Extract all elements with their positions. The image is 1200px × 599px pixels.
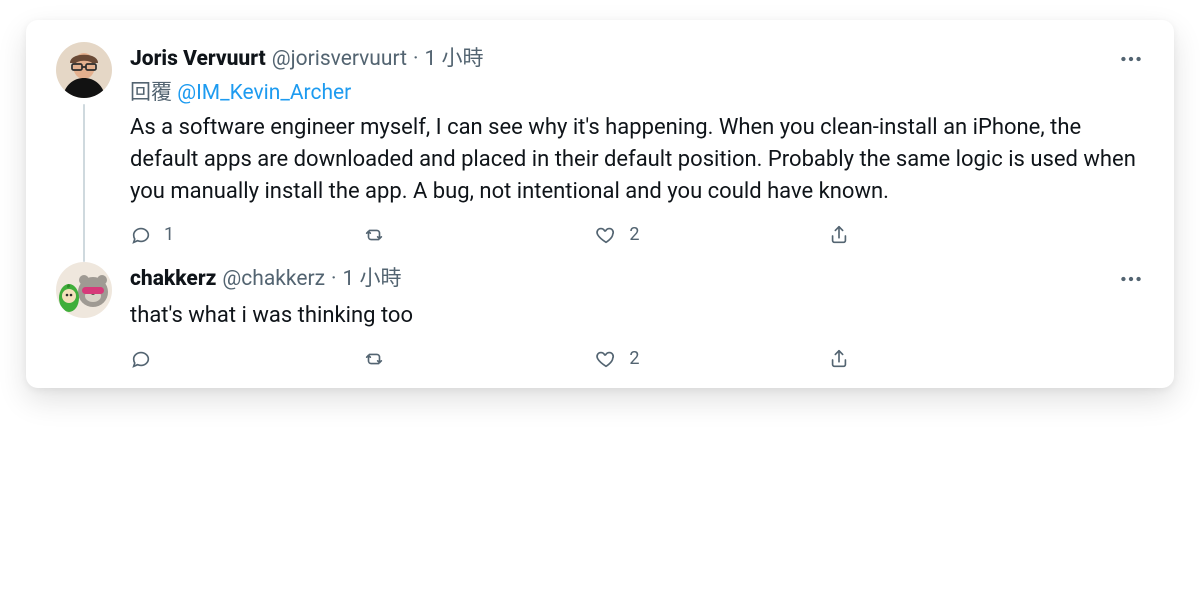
display-name[interactable]: Joris Vervuurt (130, 45, 266, 73)
handle[interactable]: @chakkerz (222, 265, 325, 293)
like-button[interactable]: 2 (595, 224, 828, 246)
retweet-button[interactable] (363, 348, 596, 370)
like-button[interactable]: 2 (595, 348, 828, 370)
reply-context: 回覆 @IM_Kevin_Archer (130, 78, 1148, 108)
separator-dot: · (413, 45, 419, 73)
retweet-button[interactable] (363, 224, 596, 246)
tweet-text: As a software engineer myself, I can see… (130, 112, 1148, 208)
like-count: 2 (629, 350, 639, 368)
tweet-text: that's what i was thinking too (130, 300, 1148, 332)
share-button[interactable] (828, 224, 850, 246)
more-button[interactable] (1114, 42, 1148, 76)
share-icon (828, 348, 850, 370)
reply-button[interactable] (130, 348, 363, 370)
heart-icon (595, 224, 617, 246)
reply-mention[interactable]: @IM_Kevin_Archer (177, 81, 351, 105)
avatar[interactable] (56, 262, 112, 318)
avatar[interactable] (56, 42, 112, 98)
retweet-icon (363, 224, 385, 246)
tweet-gutter (52, 42, 116, 246)
handle[interactable]: @jorisvervuurt (272, 45, 407, 73)
more-button[interactable] (1114, 262, 1148, 296)
reply-icon (130, 224, 152, 246)
tweet-header: Joris Vervuurt @jorisvervuurt · 1 小時 (130, 45, 483, 73)
share-icon (828, 224, 850, 246)
heart-icon (595, 348, 617, 370)
thread-line (83, 104, 85, 262)
tweet-card: Joris Vervuurt @jorisvervuurt · 1 小時 回覆 … (26, 20, 1174, 388)
reply-prefix: 回覆 (130, 81, 172, 105)
reply-count: 1 (164, 226, 174, 244)
timestamp[interactable]: 1 小時 (424, 45, 483, 73)
more-icon (1118, 266, 1144, 292)
reply-button[interactable]: 1 (130, 224, 363, 246)
tweet-header: chakkerz @chakkerz · 1 小時 (130, 265, 402, 293)
more-icon (1118, 46, 1144, 72)
display-name[interactable]: chakkerz (130, 265, 216, 293)
action-bar: 1 2 (130, 224, 850, 246)
share-button[interactable] (828, 348, 850, 370)
timestamp[interactable]: 1 小時 (343, 265, 402, 293)
tweet-content: Joris Vervuurt @jorisvervuurt · 1 小時 回覆 … (116, 42, 1148, 246)
like-count: 2 (629, 226, 639, 244)
tweet-gutter (52, 262, 116, 370)
retweet-icon (363, 348, 385, 370)
separator-dot: · (331, 265, 337, 293)
tweet[interactable]: Joris Vervuurt @jorisvervuurt · 1 小時 回覆 … (52, 42, 1148, 246)
reply-icon (130, 348, 152, 370)
tweet-content: chakkerz @chakkerz · 1 小時 that's what i … (116, 262, 1148, 370)
tweet[interactable]: chakkerz @chakkerz · 1 小時 that's what i … (52, 262, 1148, 370)
action-bar: 2 (130, 348, 850, 370)
